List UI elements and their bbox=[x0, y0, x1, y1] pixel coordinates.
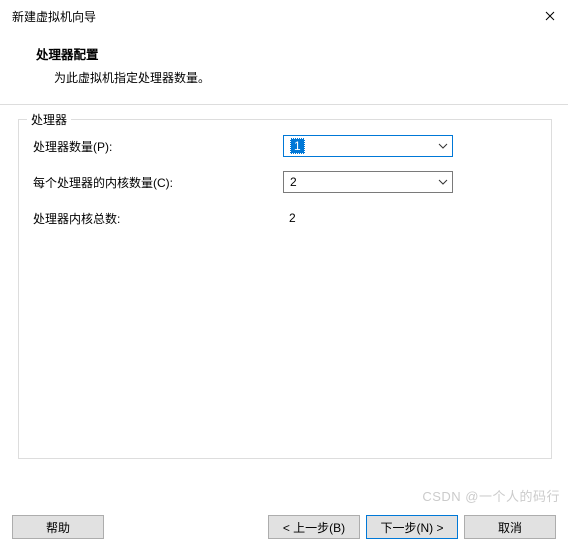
combo-processor-count-value: 1 bbox=[290, 138, 305, 154]
label-processor-count: 处理器数量(P): bbox=[33, 138, 283, 155]
page-subtitle: 为此虚拟机指定处理器数量。 bbox=[54, 69, 532, 86]
watermark: CSDN @一个人的码行 bbox=[422, 486, 560, 505]
chevron-down-icon bbox=[438, 177, 448, 187]
cancel-button[interactable]: 取消 bbox=[464, 515, 556, 539]
total-cores-value: 2 bbox=[283, 211, 296, 225]
processor-group: 处理器 处理器数量(P): 1 每个处理器的内核数量(C): 2 处理器内核总数… bbox=[18, 119, 552, 459]
close-icon[interactable] bbox=[544, 10, 556, 22]
combo-processor-count[interactable]: 1 bbox=[283, 135, 453, 157]
chevron-down-icon bbox=[438, 141, 448, 151]
page-title: 处理器配置 bbox=[36, 44, 532, 63]
combo-cores-per-processor[interactable]: 2 bbox=[283, 171, 453, 193]
combo-cores-per-processor-value: 2 bbox=[290, 175, 297, 189]
wizard-header: 处理器配置 为此虚拟机指定处理器数量。 bbox=[0, 32, 568, 105]
row-processor-count: 处理器数量(P): 1 bbox=[33, 134, 537, 158]
content-area: 处理器 处理器数量(P): 1 每个处理器的内核数量(C): 2 处理器内核总数… bbox=[0, 105, 568, 459]
back-button[interactable]: < 上一步(B) bbox=[268, 515, 360, 539]
row-cores-per-processor: 每个处理器的内核数量(C): 2 bbox=[33, 170, 537, 194]
button-bar: 帮助 < 上一步(B) 下一步(N) > 取消 bbox=[0, 513, 568, 541]
label-total-cores: 处理器内核总数: bbox=[33, 210, 283, 227]
help-button[interactable]: 帮助 bbox=[12, 515, 104, 539]
titlebar: 新建虚拟机向导 bbox=[0, 0, 568, 32]
group-legend: 处理器 bbox=[27, 111, 71, 128]
window-title: 新建虚拟机向导 bbox=[12, 8, 96, 25]
next-button[interactable]: 下一步(N) > bbox=[366, 515, 458, 539]
row-total-cores: 处理器内核总数: 2 bbox=[33, 206, 537, 230]
label-cores-per-processor: 每个处理器的内核数量(C): bbox=[33, 174, 283, 191]
